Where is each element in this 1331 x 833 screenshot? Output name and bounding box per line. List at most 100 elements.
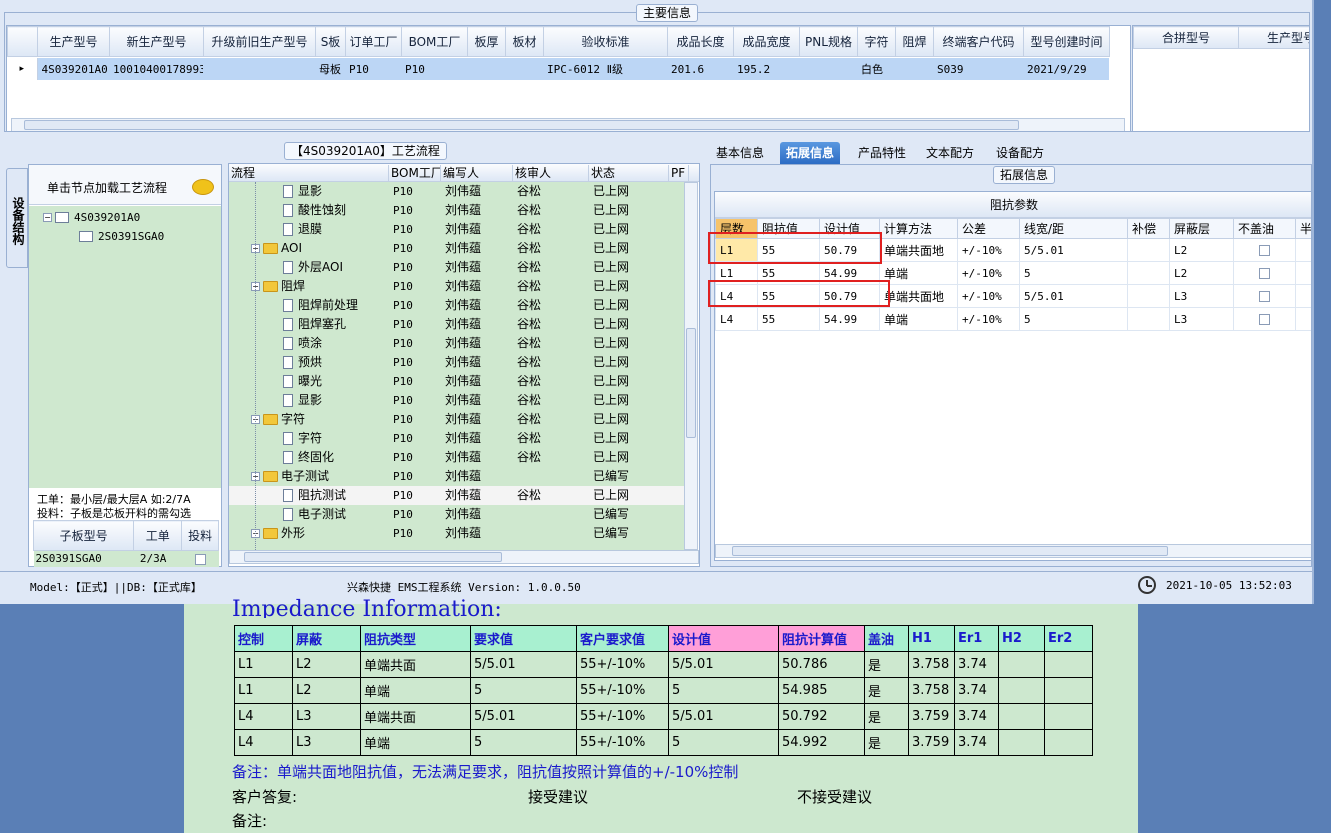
process-row[interactable]: − 电子测试 P10 刘伟蕴 已编写 xyxy=(229,467,684,486)
no-cover-checkbox[interactable] xyxy=(1259,291,1270,302)
process-row[interactable]: 曝光 P10 刘伟蕴 谷松 已上网 xyxy=(229,372,684,391)
tab-5[interactable]: 设备配方 xyxy=(990,142,1050,164)
process-row[interactable]: − AOI P10 刘伟蕴 谷松 已上网 xyxy=(229,239,684,258)
process-row[interactable]: − 阻焊 P10 刘伟蕴 谷松 已上网 xyxy=(229,277,684,296)
process-row[interactable]: 阻焊塞孔 P10 刘伟蕴 谷松 已上网 xyxy=(229,315,684,334)
impedance-cell[interactable]: L4 xyxy=(715,307,758,331)
sub-model-cell[interactable]: 2S0391SGA0 xyxy=(34,551,134,567)
impedance-cell[interactable]: 55 xyxy=(757,307,820,331)
main-col-header[interactable]: 订单工厂 xyxy=(345,26,402,57)
tree-node-child[interactable]: 2S0391SGA0 xyxy=(79,229,164,243)
main-cell[interactable] xyxy=(505,58,543,80)
main-cell[interactable] xyxy=(467,58,505,80)
impedance-cell[interactable] xyxy=(1127,284,1170,308)
impedance-col-header[interactable]: 半成 xyxy=(1295,218,1311,239)
process-row[interactable]: 预烘 P10 刘伟蕴 谷松 已上网 xyxy=(229,353,684,372)
main-cell[interactable] xyxy=(895,58,933,80)
impedance-cell[interactable] xyxy=(1127,307,1170,331)
main-grid-hscroll-thumb[interactable] xyxy=(24,120,1019,130)
main-col-header[interactable]: 成品宽度 xyxy=(733,26,800,57)
no-cover-checkbox[interactable] xyxy=(1259,245,1270,256)
main-col-header[interactable]: 型号创建时间 xyxy=(1023,26,1110,57)
main-cell[interactable]: P10 xyxy=(401,58,467,80)
impedance-hscroll[interactable] xyxy=(715,544,1311,558)
process-vscroll-thumb[interactable] xyxy=(686,328,696,438)
process-row[interactable]: − 外形 P10 刘伟蕴 已编写 xyxy=(229,524,684,543)
impedance-col-header[interactable]: 计算方法 xyxy=(879,218,958,239)
main-col-header[interactable]: 字符 xyxy=(857,26,896,57)
process-hscroll-thumb[interactable] xyxy=(244,552,502,562)
impedance-row[interactable]: L4 55 54.99 单端 +/-10% 5 L3 xyxy=(715,307,1311,331)
impedance-cell[interactable]: L3 xyxy=(1169,284,1234,308)
work-order-cell[interactable]: 2/3A xyxy=(134,551,182,567)
main-col-header[interactable]: 成品长度 xyxy=(667,26,734,57)
impedance-cell[interactable]: 5 xyxy=(1019,307,1128,331)
process-col-header[interactable]: 流程 xyxy=(229,165,389,182)
main-grid-hscroll[interactable] xyxy=(11,118,1125,131)
main-cell[interactable]: 10010400178993 xyxy=(109,58,203,80)
main-col-header[interactable]: PNL规格 xyxy=(799,26,858,57)
impedance-cell[interactable]: 5/5.01 xyxy=(1019,284,1128,308)
main-col-header[interactable]: 板材 xyxy=(505,26,544,57)
process-row[interactable]: 喷涂 P10 刘伟蕴 谷松 已上网 xyxy=(229,334,684,353)
main-col-header[interactable]: 升级前旧生产型号 xyxy=(203,26,316,57)
main-cell[interactable]: 4S039201A0 xyxy=(37,58,109,80)
main-col-header[interactable]: 板厚 xyxy=(467,26,506,57)
impedance-cell[interactable]: 5/5.01 xyxy=(1019,238,1128,262)
process-col-header[interactable]: BOM工厂 xyxy=(389,165,441,182)
process-vscroll[interactable] xyxy=(684,182,698,550)
no-cover-checkbox[interactable] xyxy=(1259,314,1270,325)
impedance-cell[interactable]: +/-10% xyxy=(957,284,1020,308)
main-col-header[interactable]: 阻焊 xyxy=(895,26,934,57)
tab-4[interactable]: 文本配方 xyxy=(920,142,980,164)
tab-2[interactable]: 拓展信息 xyxy=(780,142,841,164)
main-col-header[interactable]: 终端客户代码 xyxy=(933,26,1024,57)
impedance-col-header[interactable]: 不盖油 xyxy=(1233,218,1296,239)
process-hscroll[interactable] xyxy=(229,550,699,564)
main-col-header[interactable]: S板 xyxy=(315,26,346,57)
impedance-col-header[interactable]: 线宽/距 xyxy=(1019,218,1128,239)
main-cell[interactable]: 195.2 xyxy=(733,58,799,80)
main-cell[interactable] xyxy=(799,58,857,80)
impedance-cell[interactable]: 5 xyxy=(1019,261,1128,285)
main-cell[interactable]: IPC-6012 Ⅱ级 xyxy=(543,58,667,80)
impedance-cell[interactable]: 单端共面地 xyxy=(879,284,958,308)
impedance-cell[interactable]: L3 xyxy=(1169,307,1234,331)
process-row[interactable]: 字符 P10 刘伟蕴 谷松 已上网 xyxy=(229,429,684,448)
process-col-header[interactable]: 核审人 xyxy=(513,165,589,182)
impedance-cell[interactable] xyxy=(1127,261,1170,285)
process-row[interactable]: 终固化 P10 刘伟蕴 谷松 已上网 xyxy=(229,448,684,467)
impedance-cell[interactable]: +/-10% xyxy=(957,307,1020,331)
device-structure-tab[interactable]: 设备结构 xyxy=(6,168,28,268)
impedance-col-header[interactable]: 公差 xyxy=(957,218,1020,239)
side-col-header[interactable]: 生产型号 xyxy=(1238,26,1309,49)
impedance-cell[interactable]: 单端共面地 xyxy=(879,238,958,262)
main-col-header[interactable]: BOM工厂 xyxy=(401,26,468,57)
impedance-cell[interactable]: 54.99 xyxy=(819,307,880,331)
process-row[interactable]: 显影 P10 刘伟蕴 谷松 已上网 xyxy=(229,391,684,410)
main-cell[interactable] xyxy=(203,58,315,80)
impedance-cell[interactable]: +/-10% xyxy=(957,261,1020,285)
process-row[interactable]: − 字符 P10 刘伟蕴 谷松 已上网 xyxy=(229,410,684,429)
no-cover-checkbox[interactable] xyxy=(1259,268,1270,279)
main-cell[interactable]: S039 xyxy=(933,58,1023,80)
tree-node-root[interactable]: −4S039201A0 xyxy=(43,210,140,224)
main-grid-row[interactable]: ▸ 4S039201A0 10010400178993 母板 P10 P10 IPC-601… xyxy=(7,58,1109,80)
main-col-header[interactable]: 验收标准 xyxy=(543,26,668,57)
impedance-cell[interactable] xyxy=(1127,238,1170,262)
process-row[interactable]: 酸性蚀刻 P10 刘伟蕴 谷松 已上网 xyxy=(229,201,684,220)
impedance-cell[interactable]: 单端 xyxy=(879,261,958,285)
impedance-cell[interactable]: L2 xyxy=(1169,261,1234,285)
process-row[interactable]: 显影 P10 刘伟蕴 谷松 已上网 xyxy=(229,182,684,201)
process-col-header[interactable]: 状态 xyxy=(589,165,669,182)
impedance-cell[interactable]: +/-10% xyxy=(957,238,1020,262)
main-cell[interactable]: 201.6 xyxy=(667,58,733,80)
tab-1[interactable]: 基本信息 xyxy=(710,142,770,164)
process-row[interactable]: 阻抗测试 P10 刘伟蕴 谷松 已上网 xyxy=(229,486,684,505)
main-cell[interactable]: 白色 xyxy=(857,58,895,80)
main-cell[interactable]: 2021/9/29 xyxy=(1023,58,1109,80)
process-col-header[interactable]: PF xyxy=(669,165,689,182)
tab-3[interactable]: 产品特性 xyxy=(852,142,912,164)
process-row[interactable]: 阻焊前处理 P10 刘伟蕴 谷松 已上网 xyxy=(229,296,684,315)
side-col-header[interactable]: 合拼型号 xyxy=(1133,26,1239,49)
